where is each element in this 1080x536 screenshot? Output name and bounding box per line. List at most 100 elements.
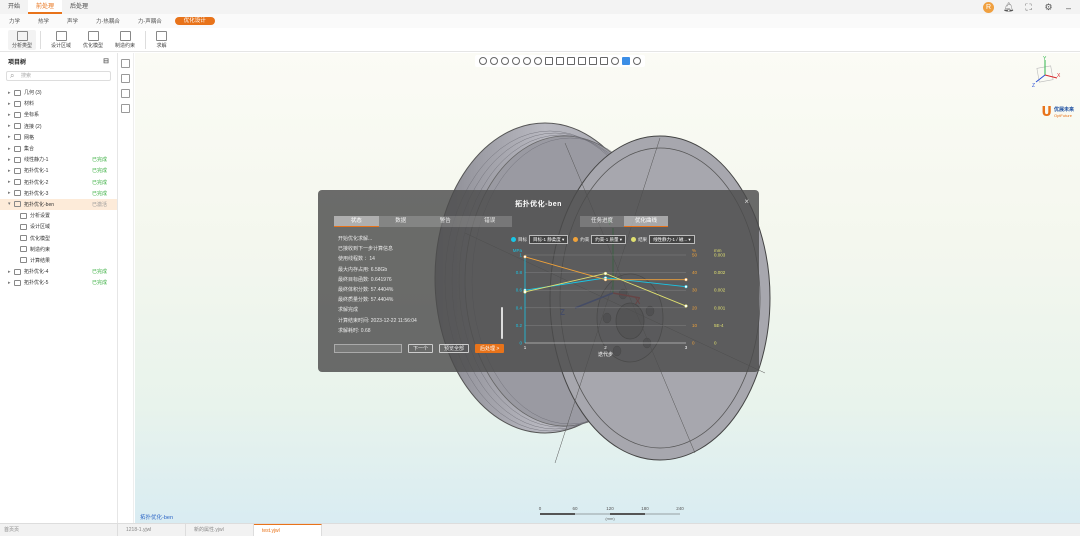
scale-tick-label: 240 — [676, 506, 684, 511]
tree-item[interactable]: ▸ 材料 — [0, 98, 117, 109]
tree-child-item[interactable]: 计算结果 — [0, 255, 117, 266]
tree-item[interactable]: ▸ 网格 — [0, 132, 117, 143]
preview-all-button[interactable]: 预览全部 — [439, 344, 470, 353]
tab-home[interactable]: 首页页 — [0, 523, 118, 536]
status-badge: 已完成 — [91, 157, 107, 164]
status-badge: 已完成 — [91, 269, 107, 276]
tab-data[interactable]: 数据 — [379, 216, 424, 227]
side-tool-2-icon[interactable] — [121, 74, 130, 83]
module-tab[interactable]: 力-热耦合 — [87, 17, 129, 25]
objective-dropdown[interactable]: 目标-1 静柔度 ▾ — [529, 235, 569, 244]
tree-child-item[interactable]: 优化模型 — [0, 232, 117, 243]
tree-item[interactable]: ▸ 集合 — [0, 143, 117, 154]
manufacturing-constraint-button[interactable]: 制造约束 — [109, 30, 141, 49]
tree-item-label: 材料 — [24, 101, 35, 108]
module-tab[interactable]: 热学 — [29, 17, 58, 25]
tree-item[interactable]: ▸ 拓扑优化-3 已完成 — [0, 188, 117, 199]
tab-status[interactable]: 状态 — [334, 216, 379, 227]
post-process-button[interactable]: 后处理 > — [475, 344, 505, 353]
tree-item[interactable]: ▸ 几何 (3) — [0, 87, 117, 98]
side-tool-3-icon[interactable] — [121, 89, 130, 98]
status-badge: 已完成 — [91, 280, 107, 287]
3d-viewport[interactable]: Y X Z Y X Z U 优展未来 OptFuture 拓扑优化-ben 0 6… — [135, 53, 1080, 523]
mid-axis-tick: 10 — [692, 323, 698, 328]
progress-tabs: 任务进度 优化曲线 — [580, 216, 668, 227]
scale-tick-label: 120 — [606, 506, 614, 511]
collapse-icon[interactable]: ⊟ — [103, 57, 109, 65]
module-tab[interactable]: 声学 — [58, 17, 87, 25]
next-button[interactable]: 下一个 — [408, 344, 434, 353]
tree-node-icon — [14, 201, 21, 208]
module-tab[interactable]: 力-声耦合 — [129, 17, 171, 25]
tree-item[interactable]: ▸ 坐标系 — [0, 109, 117, 120]
analysis-type-icon — [16, 30, 28, 41]
tree-item[interactable]: ▸ 连接 (2) — [0, 121, 117, 132]
module-tab[interactable]: 力学 — [0, 17, 29, 25]
user-avatar[interactable]: R — [983, 2, 994, 13]
tree-node-icon — [20, 257, 27, 264]
analysis-type-button[interactable]: 分析类型 — [8, 29, 37, 50]
tree-item[interactable]: ▸ 拓扑优化-2 已完成 — [0, 177, 117, 188]
tree-child-item[interactable]: 设计区域 — [0, 221, 117, 232]
menu-item[interactable]: 后处理 — [62, 0, 96, 14]
tree-item[interactable]: ▸ 线性静力-1 已完成 — [0, 154, 117, 165]
log-line: 计算结束时间: 2023-12-22 11:56:04 — [338, 317, 417, 324]
module-tab[interactable]: 优化设计 — [174, 17, 215, 25]
constraint-dropdown[interactable]: 约束-1 质量 ▾ — [591, 235, 627, 244]
project-tree: 项目树 ⊟ 搜索 ▸几何 (3)▸材料▸坐标系▸连接 (2)▸网格▸集合▸线性静… — [0, 53, 118, 523]
side-tool-4-icon[interactable] — [121, 104, 130, 113]
side-tool-1-icon[interactable] — [121, 59, 130, 68]
tab-file-1[interactable]: 1218-1.yjwl — [118, 523, 186, 536]
objective-selector[interactable]: 目标 目标-1 静柔度 ▾ — [511, 235, 569, 244]
tree-item[interactable]: ▸ 拓扑优化-4 已完成 — [0, 266, 117, 277]
ribbon-divider — [145, 30, 147, 49]
mid-axis-unit: % — [692, 248, 696, 253]
constraint-dot — [573, 237, 579, 242]
result-selector[interactable]: 结果 线性静力-1 / 磁... ▾ — [631, 235, 695, 244]
menu-item[interactable]: 开始 — [0, 0, 28, 14]
log-line: 最终质量分数: 57.4404% — [338, 297, 394, 304]
series-point — [523, 255, 527, 259]
bell-icon[interactable]: 🔔︎ — [1003, 2, 1014, 13]
tree-item-label: 拓扑优化-2 — [24, 179, 49, 186]
menu-bar: 开始 前处理 后处理 — [0, 0, 1080, 14]
tree-node-icon — [14, 156, 21, 163]
series-point — [603, 277, 608, 282]
tree-item[interactable]: ▾ 拓扑优化-ben 已激活 — [0, 198, 117, 211]
left-axis-tick: 0.2 — [516, 323, 523, 328]
tab-optimization-curve[interactable]: 优化曲线 — [624, 216, 668, 227]
tab-task-progress[interactable]: 任务进度 — [580, 216, 624, 227]
gear-icon[interactable]: ⚙︎ — [1043, 2, 1054, 13]
tab-errors[interactable]: 错误 — [468, 216, 513, 227]
scale-tick-label: 180 — [641, 506, 649, 511]
design-region-button[interactable]: 设计区域 — [45, 30, 77, 49]
dialog-title: 拓扑优化-ben — [515, 201, 562, 208]
tree-child-item[interactable]: 分析设置 — [0, 210, 117, 221]
play-icon — [156, 30, 168, 41]
log-line: 已接收到下一步计算信息 — [338, 246, 394, 253]
tab-warnings[interactable]: 警告 — [423, 216, 468, 227]
tree-item[interactable]: ▸ 拓扑优化-1 已完成 — [0, 165, 117, 176]
module-tabs: 力学 热学 声学 力-热耦合 力-声耦合 优化设计 — [0, 14, 1080, 28]
close-icon[interactable]: × — [744, 197, 749, 206]
tab-file-2[interactable]: 新的属性.yjwl — [186, 523, 254, 536]
tree-item[interactable]: ▸ 拓扑优化-5 已完成 — [0, 277, 117, 288]
menu-item[interactable]: 前处理 — [28, 0, 63, 14]
fullscreen-icon[interactable]: ⛶ — [1023, 2, 1034, 13]
orientation-gizmo[interactable]: Y X Z — [1030, 55, 1062, 91]
right-axis-tick: 5E-4 — [714, 323, 724, 328]
status-badge: 已完成 — [91, 168, 107, 175]
scale-tick-label: 60 — [572, 506, 578, 511]
result-dropdown[interactable]: 线性静力-1 / 磁... ▾ — [649, 235, 695, 244]
log-scrollbar[interactable] — [501, 307, 503, 339]
tree-child-item[interactable]: 制造约束 — [0, 244, 117, 255]
optimization-model-button[interactable]: 优化模型 — [77, 30, 109, 49]
left-axis-unit: MPa — [513, 248, 523, 253]
tree-search-input[interactable]: 搜索 — [6, 71, 111, 81]
tab-file-3[interactable]: test.yjwl — [254, 523, 322, 536]
solve-button[interactable]: 求解 — [150, 30, 173, 49]
log-search-input[interactable] — [334, 344, 402, 353]
log-line: 最终目标函数: 0.641976 — [338, 276, 392, 283]
minimize-icon[interactable]: – — [1063, 2, 1074, 13]
constraint-selector[interactable]: 约束 约束-1 质量 ▾ — [573, 235, 627, 244]
